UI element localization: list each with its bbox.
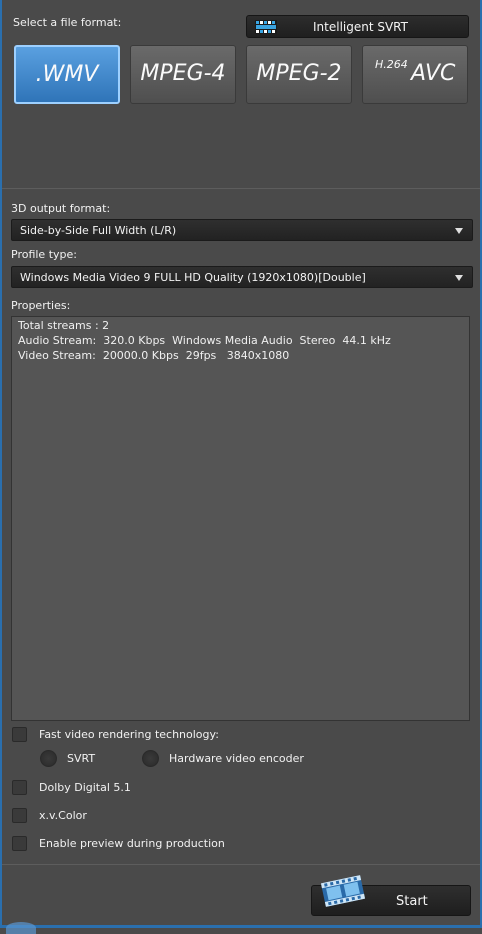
chevron-down-icon xyxy=(455,275,463,281)
properties-line: Video Stream: 20000.0 Kbps 29fps 3840x10… xyxy=(18,349,290,362)
format-mpeg2-label: MPEG-2 xyxy=(256,61,342,86)
enable-preview-label: Enable preview during production xyxy=(39,837,225,850)
section-divider xyxy=(2,188,480,189)
output-3d-dropdown[interactable]: Side-by-Side Full Width (L/R) xyxy=(11,219,473,241)
properties-line: Audio Stream: 320.0 Kbps Windows Media A… xyxy=(18,334,391,347)
properties-box[interactable]: Total streams : 2 Audio Stream: 320.0 Kb… xyxy=(11,316,470,721)
format-mpeg2-button[interactable]: MPEG-2 xyxy=(246,45,352,104)
svrt-icon xyxy=(255,20,277,34)
xvcolor-label: x.v.Color xyxy=(39,809,87,822)
select-format-label: Select a file format: xyxy=(13,16,122,29)
hardware-encoder-label: Hardware video encoder xyxy=(169,752,304,765)
svrt-radio-label: SVRT xyxy=(67,752,96,765)
format-mpeg4-label: MPEG-4 xyxy=(140,61,226,86)
properties-label: Properties: xyxy=(11,299,71,312)
svrt-button-label: Intelligent SVRT xyxy=(313,20,408,34)
svrt-radio[interactable] xyxy=(40,750,57,767)
xvcolor-checkbox[interactable] xyxy=(12,808,27,823)
chevron-down-icon xyxy=(455,228,463,234)
profile-type-dropdown[interactable]: Windows Media Video 9 FULL HD Quality (1… xyxy=(11,266,473,288)
profile-type-label: Profile type: xyxy=(11,248,77,261)
output-3d-value: Side-by-Side Full Width (L/R) xyxy=(20,224,177,237)
format-avc-label: AVC xyxy=(411,61,456,86)
fast-rendering-label: Fast video rendering technology: xyxy=(39,728,219,741)
film-icon xyxy=(320,875,366,907)
section-divider xyxy=(2,864,480,865)
dolby-label: Dolby Digital 5.1 xyxy=(39,781,131,794)
start-button-label: Start xyxy=(396,894,428,909)
intelligent-svrt-button[interactable]: Intelligent SVRT xyxy=(246,15,469,38)
fast-rendering-checkbox[interactable] xyxy=(12,727,27,742)
output-3d-label: 3D output format: xyxy=(11,202,111,215)
format-wmv-label: .WMV xyxy=(35,62,99,87)
enable-preview-checkbox[interactable] xyxy=(12,836,27,851)
format-avc-prefix: H.264 xyxy=(375,58,408,71)
format-wmv-button[interactable]: .WMV xyxy=(14,45,120,104)
corner-decoration xyxy=(6,922,36,934)
properties-line: Total streams : 2 xyxy=(18,319,110,332)
dolby-checkbox[interactable] xyxy=(12,780,27,795)
format-mpeg4-button[interactable]: MPEG-4 xyxy=(130,45,236,104)
hardware-encoder-radio[interactable] xyxy=(142,750,159,767)
window-frame-left xyxy=(0,0,2,928)
profile-type-value: Windows Media Video 9 FULL HD Quality (1… xyxy=(20,271,366,284)
format-avc-button[interactable]: H.264 AVC xyxy=(362,45,468,104)
